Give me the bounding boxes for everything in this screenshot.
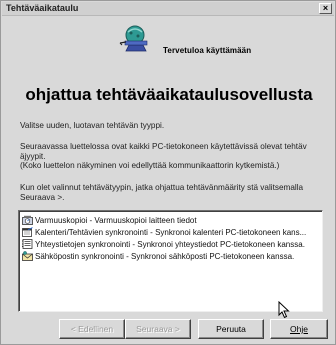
wizard-window: Tehtäväaikataulu × Tervetuloa käyttämään… [0, 0, 336, 345]
list-item[interactable]: Yhteystietojen synkronointi - Synkronoi … [22, 238, 320, 250]
list-item[interactable]: Kalenteri/Tehtävien synkronointi - Synkr… [22, 226, 320, 238]
title-bar[interactable]: Tehtäväaikataulu × [2, 2, 334, 16]
window-title: Tehtäväaikataulu [6, 3, 79, 13]
help-button[interactable]: Ohje [270, 319, 328, 339]
contacts-icon [22, 239, 33, 249]
list-item-label: Varmuuskopioi - Varmuuskopioi laitteen t… [35, 215, 197, 225]
mouse-cursor-icon [278, 301, 290, 319]
previous-button[interactable]: < Edellinen [59, 319, 125, 339]
help-button-label: Ohje [290, 324, 308, 334]
list-item[interactable]: Varmuuskopioi - Varmuuskopioi laitteen t… [22, 214, 320, 226]
welcome-text: Tervetuloa käyttämään [163, 46, 252, 55]
close-icon: × [322, 3, 329, 13]
calendar-icon [22, 227, 33, 237]
cancel-button[interactable]: Peruuta [198, 319, 264, 339]
next-button[interactable]: Seuraava > [125, 319, 191, 339]
instruction-text: Valitse uuden, luotavan tehtävän tyyppi. [20, 121, 165, 130]
cancel-button-label: Peruuta [216, 324, 246, 334]
backup-icon [22, 215, 33, 225]
list-item[interactable]: Sähköpostin synkronointi - Synkronoi säh… [22, 250, 320, 262]
previous-button-label: < Edellinen [70, 324, 114, 334]
close-button[interactable]: × [319, 3, 332, 14]
wizard-icon [119, 25, 148, 52]
wizard-heading: ohjattua tehtäväaikataulusovellusta [25, 85, 313, 104]
list-item-label: Yhteystietojen synkronointi - Synkronoi … [35, 239, 305, 249]
email-icon [22, 251, 33, 261]
button-row: < Edellinen Seuraava > Peruuta Ohje [1, 319, 336, 341]
list-item-label: Kalenteri/Tehtävien synkronointi - Synkr… [35, 227, 307, 237]
continue-instruction: Kun olet valinnut tehtävätyypin, jatka o… [20, 183, 304, 202]
task-type-list[interactable]: Varmuuskopioi - Varmuuskopioi laitteen t… [18, 210, 323, 312]
next-button-label: Seuraava > [136, 324, 180, 334]
list-item-label: Sähköpostin synkronointi - Synkronoi säh… [35, 251, 295, 261]
list-description: Seuraavassa luettelossa ovat kaikki PC-t… [20, 142, 307, 171]
